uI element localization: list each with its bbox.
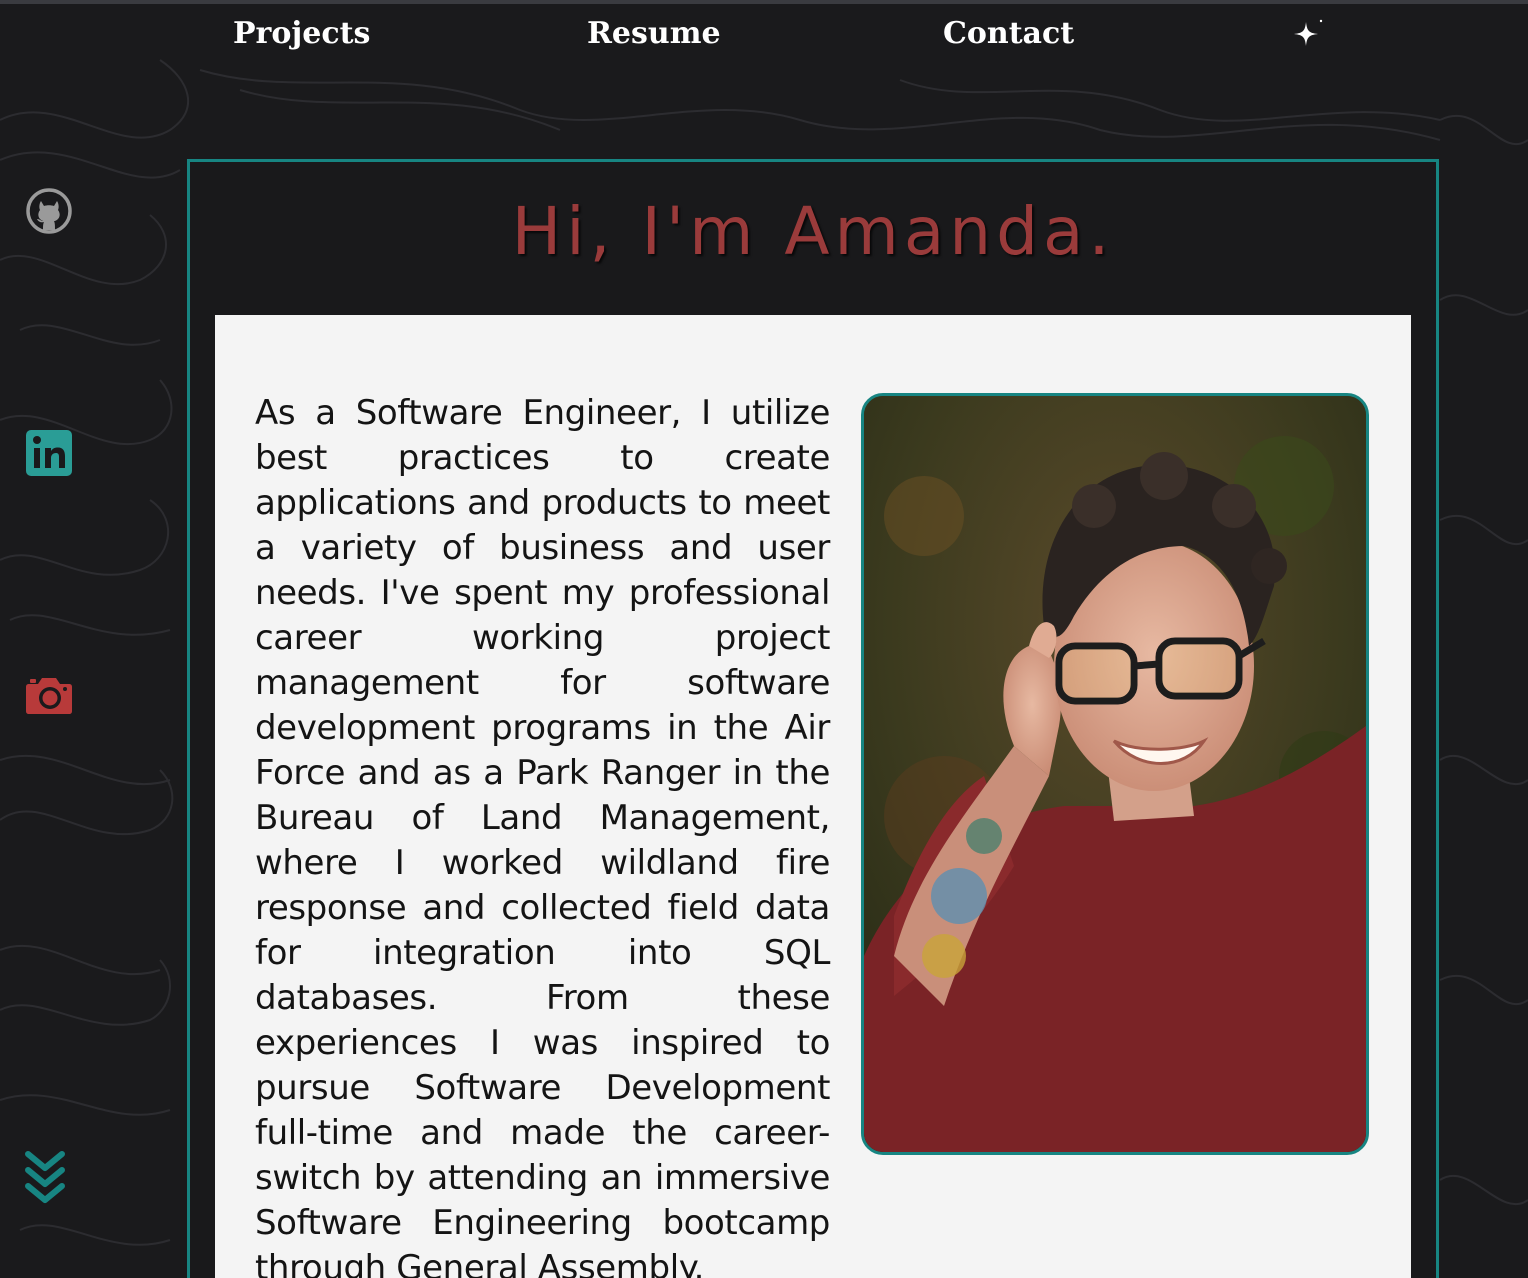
nav-link-resume[interactable]: Resume [587,14,721,54]
profile-photo [861,393,1369,1155]
hero-section: Hi, I'm Amanda. As a Software Engineer, … [187,159,1439,1278]
github-icon[interactable] [22,184,76,238]
camera-icon[interactable] [22,668,76,722]
page-title: Hi, I'm Amanda. [511,193,1115,270]
linkedin-icon[interactable] [22,426,76,480]
sparkle-icon[interactable] [1290,18,1326,54]
bio-text: As a Software Engineer, I utilize best p… [255,393,830,1278]
top-navigation: Projects Resume Contact [0,0,1528,66]
nav-link-projects[interactable]: Projects [233,14,370,54]
about-card: As a Software Engineer, I utilize best p… [215,315,1411,1278]
double-chevron-down-icon[interactable] [20,1150,74,1210]
nav-link-contact[interactable]: Contact [943,14,1074,54]
